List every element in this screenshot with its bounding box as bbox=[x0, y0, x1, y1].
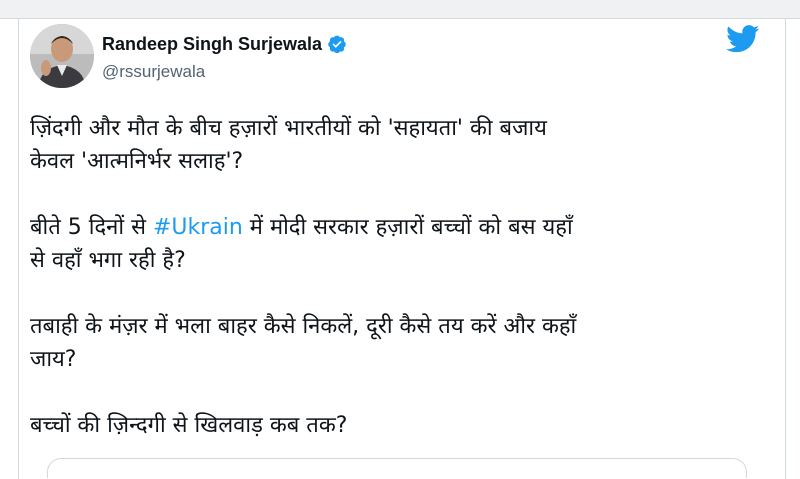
profile-photo-icon bbox=[30, 24, 94, 88]
tweet-line: जाय? bbox=[30, 347, 77, 372]
tweet-paragraph: ज़िंदगी और मौत के बीच हज़ारों भारतीयों क… bbox=[30, 112, 770, 178]
tweet-line: ज़िंदगी और मौत के बीच हज़ारों भारतीयों क… bbox=[30, 116, 547, 141]
hashtag-link[interactable]: #Ukrain bbox=[153, 215, 243, 240]
tweet-paragraph: बीते 5 दिनों से #Ukrain में मोदी सरकार ह… bbox=[30, 211, 770, 277]
tweet-line: तबाही के मंज़र में भला बाहर कैसे निकलें,… bbox=[30, 314, 577, 339]
author-handle[interactable]: @rssurjewala bbox=[102, 62, 205, 82]
tweet-line: से वहाँ भगा रही है? bbox=[30, 248, 186, 273]
tweet-text-segment: में मोदी सरकार हज़ारों बच्चों को बस यहाँ bbox=[242, 215, 573, 240]
author-name-row: Randeep Singh Surjewala bbox=[102, 33, 347, 55]
tweet-line: केवल 'आत्मनिर्भर सलाह'? bbox=[30, 149, 244, 174]
quoted-tweet-card[interactable] bbox=[47, 458, 747, 478]
tweet-header: Randeep Singh Surjewala @rssurjewala bbox=[30, 20, 760, 88]
tweet-text-segment: बीते 5 दिनों से bbox=[30, 215, 153, 240]
tweet-text: ज़िंदगी और मौत के बीच हज़ारों भारतीयों क… bbox=[30, 112, 770, 475]
top-strip bbox=[0, 0, 800, 19]
author-name[interactable]: Randeep Singh Surjewala bbox=[102, 33, 322, 55]
tweet-line: बच्चों की ज़िन्दगी से खिलवाड़ कब तक? bbox=[30, 413, 348, 438]
verified-badge-icon bbox=[327, 34, 347, 54]
tweet-paragraph: तबाही के मंज़र में भला बाहर कैसे निकलें,… bbox=[30, 310, 770, 376]
avatar[interactable] bbox=[30, 24, 94, 88]
twitter-bird-icon[interactable] bbox=[726, 25, 760, 53]
tweet-paragraph: बच्चों की ज़िन्दगी से खिलवाड़ कब तक? bbox=[30, 409, 770, 442]
